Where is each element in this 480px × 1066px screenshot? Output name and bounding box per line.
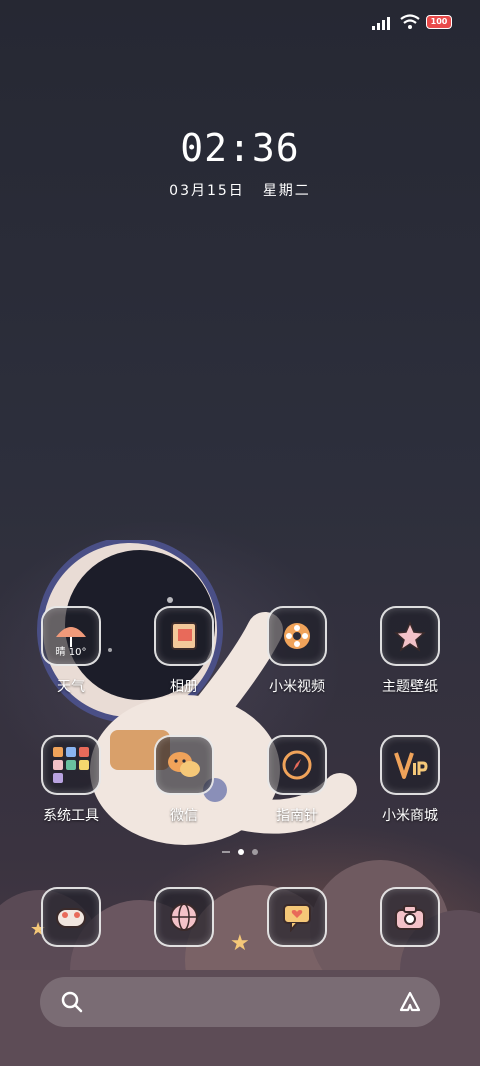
tools-folder-icon [41, 735, 101, 795]
browser-icon [154, 887, 214, 947]
app-tools-folder[interactable]: 系统工具 [21, 735, 121, 825]
phone-icon [41, 887, 101, 947]
app-label: 系统工具 [43, 808, 99, 824]
app-mi-store[interactable]: 小米商城 [360, 735, 460, 825]
gallery-icon [154, 606, 214, 666]
page-indicator-dash [222, 851, 230, 853]
app-label: 相册 [170, 679, 198, 695]
weather-icon: 晴 10° [41, 606, 101, 666]
astronaut-illustration [37, 540, 357, 845]
mi-store-icon [380, 735, 440, 795]
wechat-icon [154, 735, 214, 795]
clock-date: 03月15日 星期二 [0, 180, 480, 200]
app-label: 主题壁纸 [382, 679, 438, 695]
messages-icon [267, 887, 327, 947]
dock-browser[interactable] [134, 887, 234, 947]
clock-time[interactable]: 02:36 [0, 126, 480, 170]
app-wechat[interactable]: 微信 [134, 735, 234, 825]
dock-camera[interactable] [360, 887, 460, 947]
search-icon[interactable] [60, 990, 84, 1014]
camera-icon [380, 887, 440, 947]
date-text: 03月15日 [169, 183, 245, 199]
app-label: 天气 [57, 679, 85, 695]
signal-icon [372, 17, 390, 30]
weather-temp: 晴 10° [55, 647, 87, 658]
app-label: 指南针 [276, 808, 318, 824]
search-bar[interactable] [40, 977, 440, 1027]
status-bar: 100 [372, 12, 452, 32]
video-icon [267, 606, 327, 666]
battery-indicator: 100 [426, 15, 452, 29]
page-indicator-dot-active [238, 849, 244, 855]
weekday-text: 星期二 [262, 183, 311, 199]
dock-messages[interactable] [247, 887, 347, 947]
app-weather[interactable]: 晴 10° 天气 [21, 606, 121, 696]
app-video[interactable]: 小米视频 [247, 606, 347, 696]
app-themes[interactable]: 主题壁纸 [360, 606, 460, 696]
assistant-icon[interactable] [398, 990, 422, 1014]
themes-icon [380, 606, 440, 666]
app-label: 微信 [170, 808, 198, 824]
app-gallery[interactable]: 相册 [134, 606, 234, 696]
wifi-icon [400, 14, 420, 29]
dock-phone[interactable] [21, 887, 121, 947]
compass-icon [267, 735, 327, 795]
page-indicator[interactable] [0, 849, 480, 855]
app-label: 小米商城 [382, 808, 438, 824]
app-label: 小米视频 [269, 679, 325, 695]
page-indicator-dot [252, 849, 258, 855]
app-compass[interactable]: 指南针 [247, 735, 347, 825]
